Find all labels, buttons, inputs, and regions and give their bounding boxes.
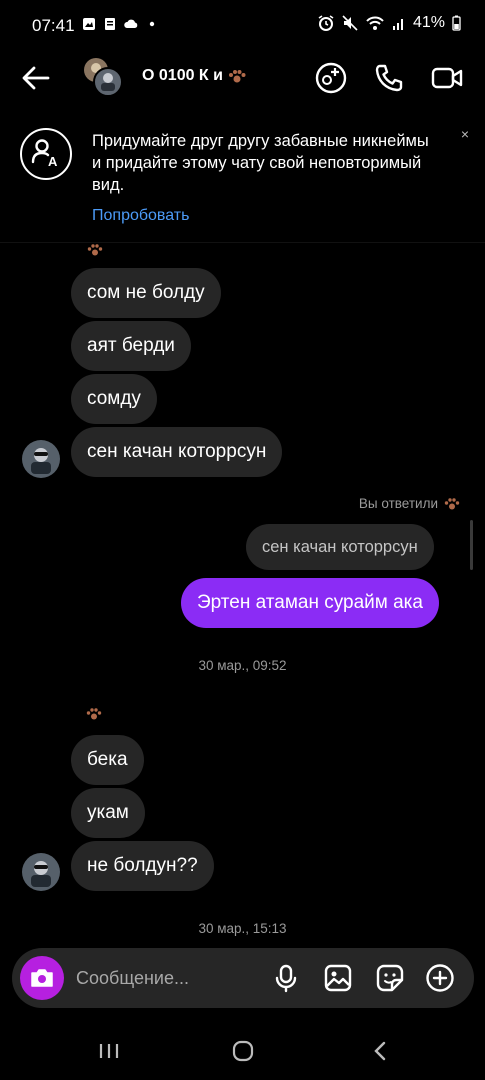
reply-indicator-bar (470, 520, 473, 570)
document-notification-icon (105, 18, 115, 30)
banner-divider (0, 242, 485, 243)
paw-emoji-icon (228, 70, 246, 83)
replied-to-message[interactable]: сен качан которрсун (246, 524, 434, 570)
status-time: 07:41 (32, 16, 75, 35)
sender-avatar[interactable] (22, 440, 60, 478)
add-people-icon[interactable] (313, 60, 349, 96)
message-timestamp: 30 мар., 09:52 (198, 658, 287, 673)
battery-percent: 41% (412, 14, 445, 31)
incoming-message[interactable]: сом не болду (71, 268, 221, 318)
group-avatar-icon[interactable] (82, 56, 126, 100)
incoming-message[interactable]: не болдун?? (71, 841, 214, 891)
phone-icon[interactable] (371, 60, 407, 96)
message-composer: Сообщение... (12, 948, 474, 1008)
chat-title[interactable]: О 0100 К и (142, 67, 247, 85)
microphone-icon[interactable] (270, 962, 302, 994)
header-actions (313, 60, 465, 96)
incoming-message[interactable]: укам (71, 788, 145, 838)
incoming-message[interactable]: бека (71, 735, 144, 785)
system-nav-bar (0, 1020, 485, 1080)
battery-icon (452, 15, 461, 31)
message-input[interactable]: Сообщение... (76, 948, 256, 1008)
svg-text:A: A (48, 154, 58, 169)
incoming-message[interactable]: аят берди (71, 321, 191, 371)
video-camera-icon[interactable] (429, 60, 465, 96)
gallery-notification-icon (83, 18, 95, 30)
incoming-message[interactable]: сен качан которрсун (71, 427, 283, 477)
status-right: 41% (317, 14, 461, 32)
recent-apps-icon[interactable] (94, 1036, 124, 1066)
nickname-icon: A (20, 128, 72, 180)
nickname-banner-text: Придумайте друг другу забавные никнеймы … (92, 132, 429, 194)
reply-label-text: Вы ответили (358, 496, 438, 511)
sender-avatar[interactable] (22, 853, 60, 891)
reply-label: Вы ответили (359, 496, 461, 511)
paw-emoji-icon (87, 244, 103, 256)
wifi-icon (366, 16, 384, 30)
outgoing-message[interactable]: Эртен атаман сурайм ака (181, 578, 439, 628)
chat-header: О 0100 К и (0, 50, 485, 106)
message-timestamp: 30 мар., 15:13 (198, 921, 287, 936)
mute-icon (342, 15, 358, 31)
chat-title-text: О 0100 К и (142, 67, 223, 84)
incoming-message[interactable]: сомду (71, 374, 157, 424)
dot-notification-icon (149, 21, 155, 27)
gallery-icon[interactable] (322, 962, 354, 994)
cloud-notification-icon (124, 19, 138, 28)
status-bar: 07:41 41% (0, 0, 485, 50)
close-banner-button[interactable]: × (461, 126, 469, 142)
try-nicknames-link[interactable]: Попробовать (92, 207, 189, 225)
paw-emoji-icon (444, 497, 460, 509)
plus-icon[interactable] (424, 962, 456, 994)
home-icon[interactable] (228, 1036, 258, 1066)
camera-icon (31, 969, 53, 987)
paw-emoji-icon (86, 708, 102, 720)
status-left-icons (82, 17, 159, 31)
signal-icon (392, 19, 403, 30)
nav-back-icon[interactable] (366, 1036, 396, 1066)
camera-button[interactable] (20, 956, 64, 1000)
nickname-banner: A Придумайте друг другу забавные никнейм… (0, 116, 485, 242)
alarm-icon (318, 15, 334, 31)
back-arrow-icon[interactable] (18, 60, 54, 96)
sticker-icon[interactable] (374, 962, 406, 994)
